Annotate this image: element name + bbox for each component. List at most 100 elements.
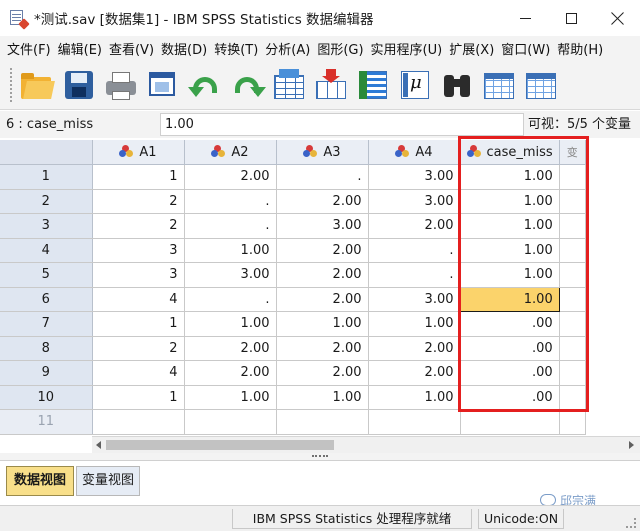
row-header[interactable]: 2 [0,189,93,214]
tab-variable-view[interactable]: 变量视图 [76,466,140,496]
column-header-case-miss[interactable]: case_miss [460,140,560,165]
cell-empty[interactable] [559,385,586,410]
cell-a4[interactable]: 3.00 [368,189,461,214]
cell-a2[interactable] [184,409,277,435]
cell-a2[interactable]: . [184,287,277,312]
menu-utilities[interactable]: 实用程序(U) [368,39,446,58]
cell-a1[interactable]: 2 [92,336,185,361]
cell-a4[interactable]: 1.00 [368,385,461,410]
menu-window[interactable]: 窗口(W) [498,39,553,58]
scrollbar-thumb[interactable] [106,440,334,450]
close-button[interactable] [594,0,640,36]
cell-a1[interactable]: 3 [92,262,185,288]
cell-case-miss[interactable]: .00 [460,360,560,386]
column-header-a3[interactable]: A3 [276,140,369,165]
insert-cases-icon[interactable] [481,67,517,103]
cell-case-miss[interactable]: .00 [460,311,560,337]
cell-empty[interactable] [559,409,586,435]
menu-help[interactable]: 帮助(H) [554,39,606,58]
cell-case-miss[interactable]: 1.00 [460,189,560,214]
cell-a4[interactable]: . [368,238,461,263]
cell-a4[interactable]: . [368,262,461,288]
goto-variable-icon[interactable] [313,67,349,103]
cell-a1[interactable]: 1 [92,164,185,190]
open-folder-icon[interactable] [19,67,55,103]
cell-case-miss[interactable]: 1.00 [460,164,560,190]
cell-a2[interactable]: 1.00 [184,238,277,263]
cell-a2[interactable]: 2.00 [184,336,277,361]
cell-a2[interactable]: 1.00 [184,385,277,410]
row-header[interactable]: 3 [0,213,93,239]
cell-empty[interactable] [559,262,586,288]
cell-a1[interactable]: 1 [92,385,185,410]
undo-icon[interactable] [187,67,223,103]
cell-a3[interactable]: 2.00 [276,189,369,214]
run-descriptive-statistics-icon[interactable]: μ [397,67,433,103]
cell-case-miss[interactable]: 1.00 [460,238,560,263]
menu-analyze[interactable]: 分析(A) [262,39,313,58]
row-header[interactable]: 4 [0,238,93,263]
menu-view[interactable]: 查看(V) [106,39,157,58]
cell-a3[interactable] [276,409,369,435]
menu-edit[interactable]: 编辑(E) [55,39,105,58]
cell-value-editor[interactable]: 1.00 [160,113,524,136]
row-header[interactable]: 8 [0,336,93,361]
row-header[interactable]: 7 [0,311,93,337]
grid-corner[interactable] [0,140,93,165]
cell-a1[interactable]: 4 [92,287,185,312]
maximize-button[interactable] [548,0,594,36]
pane-splitter[interactable] [0,453,640,461]
cell-empty[interactable] [559,336,586,361]
cell-a2[interactable]: 1.00 [184,311,277,337]
find-icon[interactable] [439,67,475,103]
row-header[interactable]: 9 [0,360,93,386]
cell-a4[interactable]: 3.00 [368,287,461,312]
menu-transform[interactable]: 转换(T) [211,39,261,58]
minimize-button[interactable] [502,0,548,36]
column-header-empty[interactable]: 变 [559,140,586,165]
row-header[interactable]: 1 [0,164,93,190]
cell-a1[interactable]: 1 [92,311,185,337]
scroll-right-icon[interactable] [629,441,634,449]
cell-a4[interactable]: 2.00 [368,336,461,361]
toolbar-grip[interactable] [10,67,13,102]
column-header-a2[interactable]: A2 [184,140,277,165]
cell-a2[interactable]: . [184,213,277,239]
cell-a3[interactable]: . [276,164,369,190]
row-header[interactable]: 6 [0,287,93,312]
cell-empty[interactable] [559,238,586,263]
cell-empty[interactable] [559,311,586,337]
variables-icon[interactable] [355,67,391,103]
tab-data-view[interactable]: 数据视图 [6,466,74,496]
row-header[interactable]: 10 [0,385,93,410]
cell-case-miss[interactable]: 1.00 [460,262,560,288]
cell-a1[interactable]: 2 [92,189,185,214]
cell-a2[interactable]: 2.00 [184,164,277,190]
insert-variable-icon[interactable] [523,67,559,103]
cell-a2[interactable]: 2.00 [184,360,277,386]
cell-empty[interactable] [559,164,586,190]
print-icon[interactable] [103,67,139,103]
cell-a1[interactable]: 4 [92,360,185,386]
menu-data[interactable]: 数据(D) [158,39,210,58]
cell-a3[interactable]: 1.00 [276,311,369,337]
redo-icon[interactable] [229,67,266,103]
column-header-a1[interactable]: A1 [92,140,185,165]
cell-a3[interactable]: 3.00 [276,213,369,239]
cell-a3[interactable]: 1.00 [276,385,369,410]
menu-file[interactable]: 文件(F) [4,39,54,58]
menu-extensions[interactable]: 扩展(X) [446,39,497,58]
cell-a4[interactable] [368,409,461,435]
save-icon[interactable] [61,67,97,103]
cell-empty[interactable] [559,360,586,386]
recall-dialog-icon[interactable] [145,67,181,103]
cell-a3[interactable]: 2.00 [276,238,369,263]
cell-case-miss[interactable]: 1.00 [459,286,560,312]
cell-name-box[interactable]: 6 : case_miss [2,113,156,136]
cell-a2[interactable]: 3.00 [184,262,277,288]
cell-a3[interactable]: 2.00 [276,360,369,386]
cell-empty[interactable] [559,213,586,239]
row-header[interactable]: 11 [0,409,93,435]
horizontal-scrollbar[interactable] [92,436,640,453]
cell-case-miss[interactable]: .00 [460,336,560,361]
